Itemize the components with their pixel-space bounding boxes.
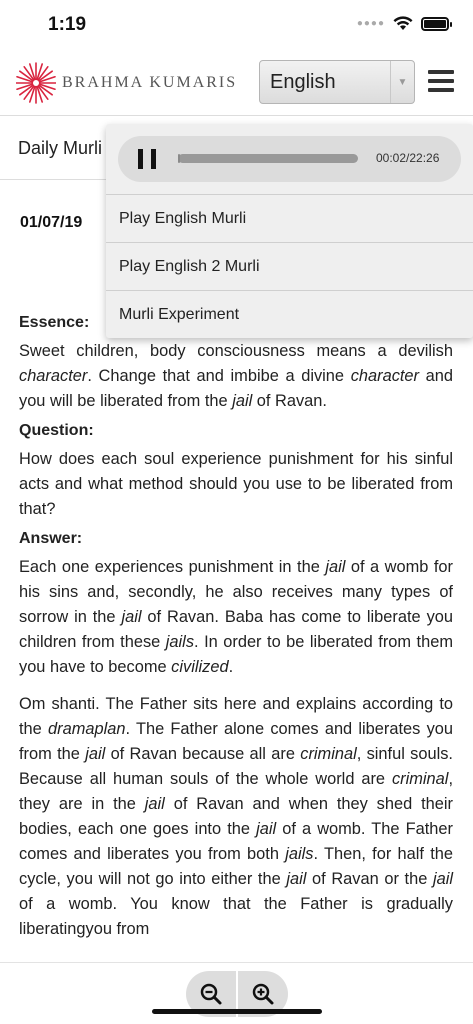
question-label: Question: (19, 422, 94, 439)
answer-label: Answer: (19, 530, 83, 547)
article-body: Essence: Sweet children, body consciousn… (19, 310, 453, 946)
audio-player: 00:02/22:26 (118, 136, 461, 182)
audio-progress-bar[interactable] (178, 154, 358, 163)
audio-progress-fill (178, 154, 180, 163)
language-select[interactable]: English ▼ (259, 60, 415, 104)
signal-icon: ●●●● (356, 18, 385, 29)
language-select-value: English (270, 70, 336, 93)
app-header: BRAHMA KUMARIS English ▼ (0, 52, 473, 116)
status-time: 1:19 (48, 14, 87, 35)
wifi-icon (393, 16, 413, 30)
pause-icon[interactable] (138, 149, 156, 169)
status-icons: ●●●● (356, 16, 452, 31)
murli-date: 01/07/19 (20, 214, 83, 231)
answer-text: Each one experiences punishment in the j… (19, 558, 453, 676)
play-english-murli[interactable]: Play English Murli (106, 194, 473, 242)
essence-text: Sweet children, body consciousness means… (19, 342, 454, 410)
zoom-in-icon (252, 983, 274, 1005)
page-title: Daily Murli (18, 138, 103, 158)
battery-icon (421, 16, 452, 31)
brand-name: BRAHMA KUMARIS (62, 74, 238, 91)
home-indicator (152, 1009, 322, 1014)
murli-experiment[interactable]: Murli Experiment (106, 290, 473, 338)
play-english-2-murli[interactable]: Play English 2 Murli (106, 242, 473, 290)
chevron-down-icon: ▼ (390, 61, 414, 103)
audio-dropdown: 00:02/22:26 Play English Murli Play Engl… (106, 124, 473, 338)
status-bar: 1:19 ●●●● (0, 0, 473, 52)
zoom-out-icon (200, 983, 222, 1005)
question-text: How does each soul experience punishment… (19, 450, 453, 518)
brand-logo[interactable]: BRAHMA KUMARIS (16, 60, 237, 106)
hamburger-menu-icon[interactable] (428, 70, 454, 92)
zoom-toolbar (0, 963, 473, 1024)
body-text: Om shanti. The Father sits here and expl… (19, 695, 454, 938)
audio-time: 00:02/22:26 (376, 151, 440, 165)
brand-sunburst-icon (16, 62, 56, 104)
